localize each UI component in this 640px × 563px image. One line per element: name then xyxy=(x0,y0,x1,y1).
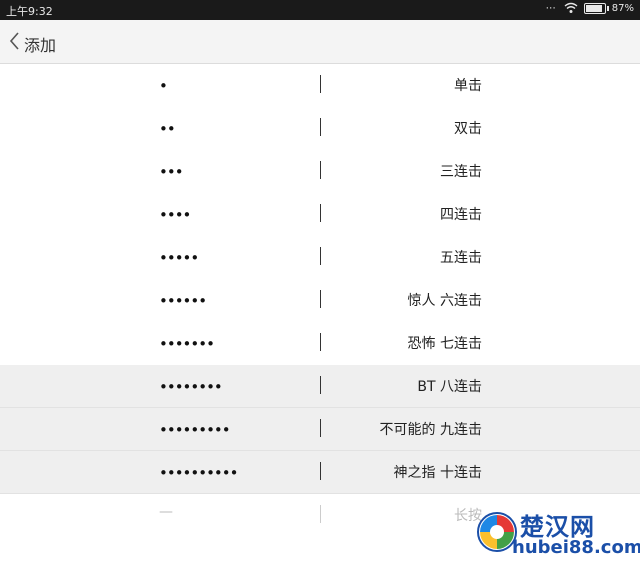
tap-dots: •••••••••• xyxy=(159,464,238,482)
row-divider xyxy=(320,462,321,480)
battery-percent: 87% xyxy=(611,2,634,14)
list-item-ten-tap[interactable]: •••••••••• 神之指 十连击 xyxy=(0,451,640,494)
list-item-five-tap[interactable]: ••••• 五连击 xyxy=(0,236,640,279)
status-icons: ⋯ 87% xyxy=(544,2,634,14)
tap-dots: ••••••••• xyxy=(159,421,231,439)
row-label: 神之指 十连击 xyxy=(393,465,482,481)
row-label: 三连击 xyxy=(440,164,482,180)
row-label: 五连击 xyxy=(440,250,482,266)
status-bar: 上午9:32 ⋯ 87% xyxy=(0,0,640,20)
row-label: 恐怖 七连击 xyxy=(407,336,482,352)
list-item-double-tap[interactable]: •• 双击 xyxy=(0,107,640,150)
tap-dots: •••• xyxy=(159,206,191,224)
row-divider xyxy=(320,75,321,93)
watermark: 楚汉网 hubei88.com xyxy=(476,507,640,561)
row-divider xyxy=(320,161,321,179)
page-title: 添加 xyxy=(24,36,57,55)
row-label: 惊人 六连击 xyxy=(407,293,482,309)
gesture-list: • 单击 •• 双击 ••• 三连击 •••• 四连击 ••••• 五连击 ••… xyxy=(0,64,640,537)
tap-dots: • xyxy=(159,77,168,95)
row-label: 双击 xyxy=(454,121,482,137)
battery-icon xyxy=(583,2,609,14)
tap-dots: ••••• xyxy=(159,249,199,267)
long-press-dash: — xyxy=(159,504,173,520)
row-label: BT 八连击 xyxy=(417,379,482,395)
tap-dots: ••• xyxy=(159,163,184,181)
list-item-seven-tap[interactable]: ••••••• 恐怖 七连击 xyxy=(0,322,640,365)
list-item-six-tap[interactable]: •••••• 惊人 六连击 xyxy=(0,279,640,322)
row-divider xyxy=(320,204,321,222)
row-divider xyxy=(320,290,321,308)
back-chevron-icon[interactable] xyxy=(8,31,20,51)
header-bar: 添加 xyxy=(0,20,640,64)
signal-icon: ⋯ xyxy=(545,2,556,14)
row-divider xyxy=(320,505,321,523)
list-item-eight-tap[interactable]: •••••••• BT 八连击 xyxy=(0,365,640,408)
row-label: 不可能的 九连击 xyxy=(379,422,482,438)
row-label: 四连击 xyxy=(440,207,482,223)
list-item-quad-tap[interactable]: •••• 四连击 xyxy=(0,193,640,236)
row-label: 单击 xyxy=(454,78,482,94)
row-divider xyxy=(320,118,321,136)
list-item-triple-tap[interactable]: ••• 三连击 xyxy=(0,150,640,193)
tap-dots: ••••••• xyxy=(159,335,215,353)
row-divider xyxy=(320,419,321,437)
list-item-nine-tap[interactable]: ••••••••• 不可能的 九连击 xyxy=(0,408,640,451)
row-divider xyxy=(320,247,321,265)
watermark-url: hubei88.com xyxy=(512,537,640,558)
tap-dots: •• xyxy=(159,120,176,138)
tap-dots: •••••• xyxy=(159,292,207,310)
wifi-icon xyxy=(564,2,578,13)
row-divider xyxy=(320,376,321,394)
row-divider xyxy=(320,333,321,351)
status-time: 上午9:32 xyxy=(6,5,53,18)
tap-dots: •••••••• xyxy=(159,378,223,396)
list-item-single-tap[interactable]: • 单击 xyxy=(0,64,640,107)
